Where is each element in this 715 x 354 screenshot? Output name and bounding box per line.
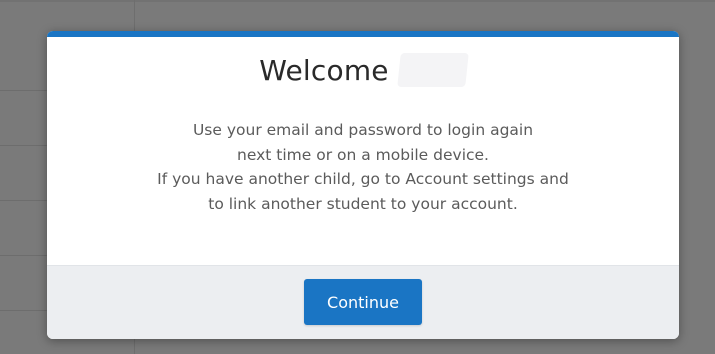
dialog-message-line: to link another student to your account. [208,194,518,213]
redacted-user-name [396,53,469,87]
dialog-message-line: If you have another child, go to Account… [157,170,569,188]
dialog-header: Welcome [47,53,679,97]
welcome-dialog: Welcome Use your email and password to l… [47,31,679,339]
dialog-message-line: Use your email and password to login aga… [192,121,534,139]
continue-button[interactable]: Continue [304,279,422,325]
dialog-footer: Continue [47,265,679,339]
dialog-accent-bar [47,31,679,37]
dialog-message: Use your email and password to login aga… [47,118,679,216]
dialog-title: Welcome [259,53,389,87]
dialog-message-line: next time or on a mobile device. [237,145,489,164]
